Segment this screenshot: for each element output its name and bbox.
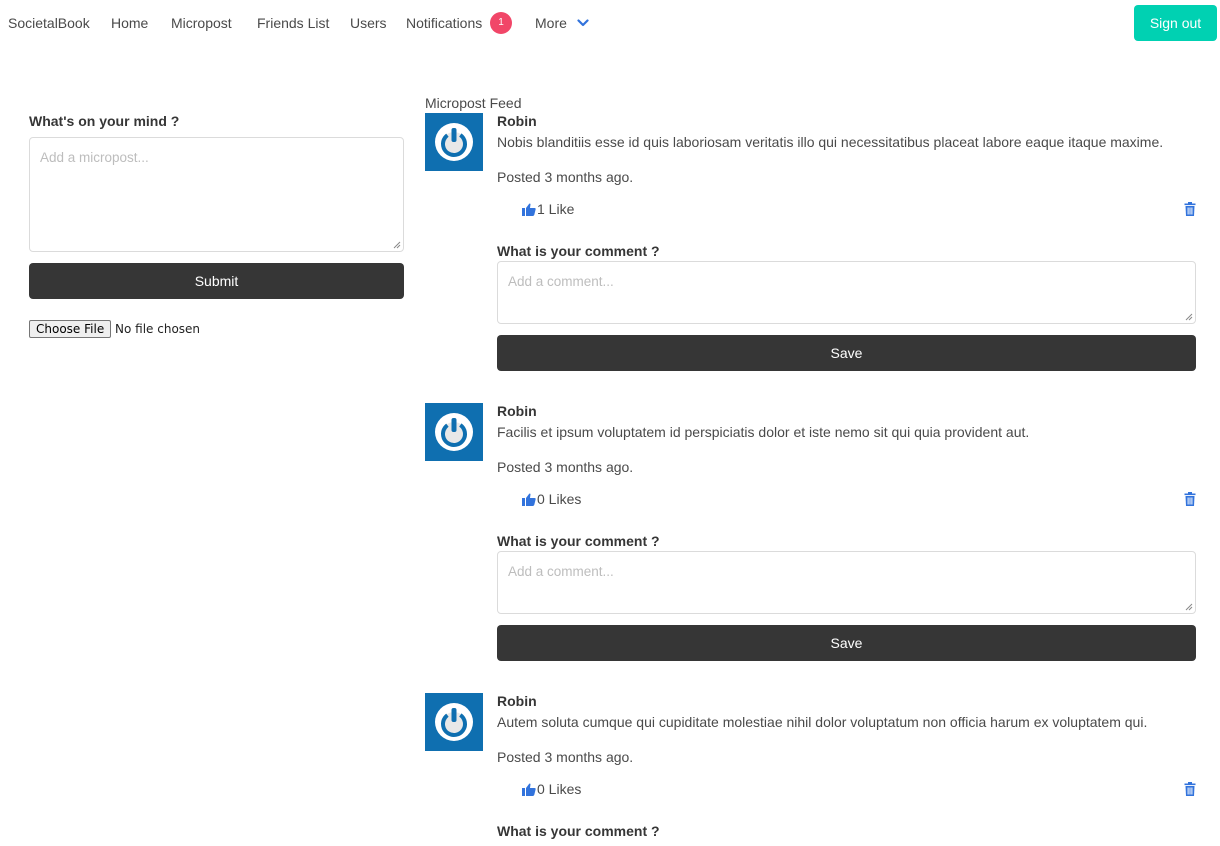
post-content: Nobis blanditiis esse id quis laboriosam… [497, 134, 1164, 150]
post-timestamp: Posted 3 months ago. [497, 749, 634, 765]
like-count: 1 Like [537, 201, 575, 217]
comment-placeholder: Add a comment... [508, 274, 614, 289]
nav-friends-list[interactable]: Friends List [257, 15, 329, 31]
file-status-text: No file chosen [115, 322, 201, 336]
notification-count-badge: 1 [490, 12, 512, 34]
avatar[interactable] [425, 403, 483, 461]
comment-textarea[interactable]: Add a comment... [497, 551, 1196, 614]
nav-users[interactable]: Users [350, 15, 387, 31]
nav-home[interactable]: Home [111, 15, 148, 31]
nav-notifications[interactable]: Notifications [406, 15, 482, 31]
resize-grip-icon[interactable] [1185, 313, 1193, 321]
resize-grip-icon[interactable] [1185, 603, 1193, 611]
avatar[interactable] [425, 113, 483, 171]
submit-button[interactable]: Submit [29, 263, 404, 299]
post-content: Autem soluta cumque qui cupiditate moles… [497, 714, 1148, 730]
micropost-composer: What's on your mind ? Add a micropost...… [29, 113, 404, 299]
trash-icon[interactable] [1184, 202, 1196, 216]
navbar: SocietalBook Home Micropost Friends List… [0, 0, 1220, 48]
post-content: Facilis et ipsum voluptatem id perspicia… [497, 424, 1030, 440]
trash-icon[interactable] [1184, 782, 1196, 796]
post-author[interactable]: Robin [497, 403, 537, 419]
save-comment-button[interactable]: Save [497, 335, 1196, 371]
sign-out-button[interactable]: Sign out [1134, 5, 1217, 41]
brand-link[interactable]: SocietalBook [8, 15, 90, 31]
comment-label: What is your comment ? [497, 533, 660, 549]
chevron-down-icon[interactable] [577, 17, 589, 29]
micropost-placeholder: Add a micropost... [40, 150, 149, 165]
comment-textarea[interactable]: Add a comment... [497, 261, 1196, 324]
choose-file-button[interactable]: Choose File [29, 320, 112, 338]
power-logo-icon [435, 413, 473, 451]
nav-more[interactable]: More [535, 15, 567, 31]
save-comment-button[interactable]: Save [497, 625, 1196, 661]
feed-title: Micropost Feed [425, 95, 522, 111]
comment-placeholder: Add a comment... [508, 564, 614, 579]
like-button[interactable]: 1 Like [522, 201, 574, 217]
nav-micropost[interactable]: Micropost [171, 15, 232, 31]
composer-label: What's on your mind ? [29, 113, 180, 129]
comment-label: What is your comment ? [497, 243, 660, 259]
file-upload: Choose File No file chosen [29, 320, 200, 338]
like-count: 0 Likes [537, 781, 582, 797]
like-button[interactable]: 0 Likes [522, 491, 581, 507]
thumbs-up-icon [522, 783, 536, 796]
trash-icon[interactable] [1184, 492, 1196, 506]
avatar[interactable] [425, 693, 483, 751]
post-timestamp: Posted 3 months ago. [497, 459, 634, 475]
thumbs-up-icon [522, 493, 536, 506]
like-button[interactable]: 0 Likes [522, 781, 581, 797]
post-author[interactable]: Robin [497, 113, 537, 129]
resize-grip-icon[interactable] [393, 241, 401, 249]
comment-label: What is your comment ? [497, 823, 660, 839]
post-author[interactable]: Robin [497, 693, 537, 709]
power-logo-icon [435, 123, 473, 161]
micropost-textarea[interactable]: Add a micropost... [29, 137, 404, 252]
like-count: 0 Likes [537, 491, 582, 507]
post-timestamp: Posted 3 months ago. [497, 169, 634, 185]
power-logo-icon [435, 703, 473, 741]
thumbs-up-icon [522, 203, 536, 216]
